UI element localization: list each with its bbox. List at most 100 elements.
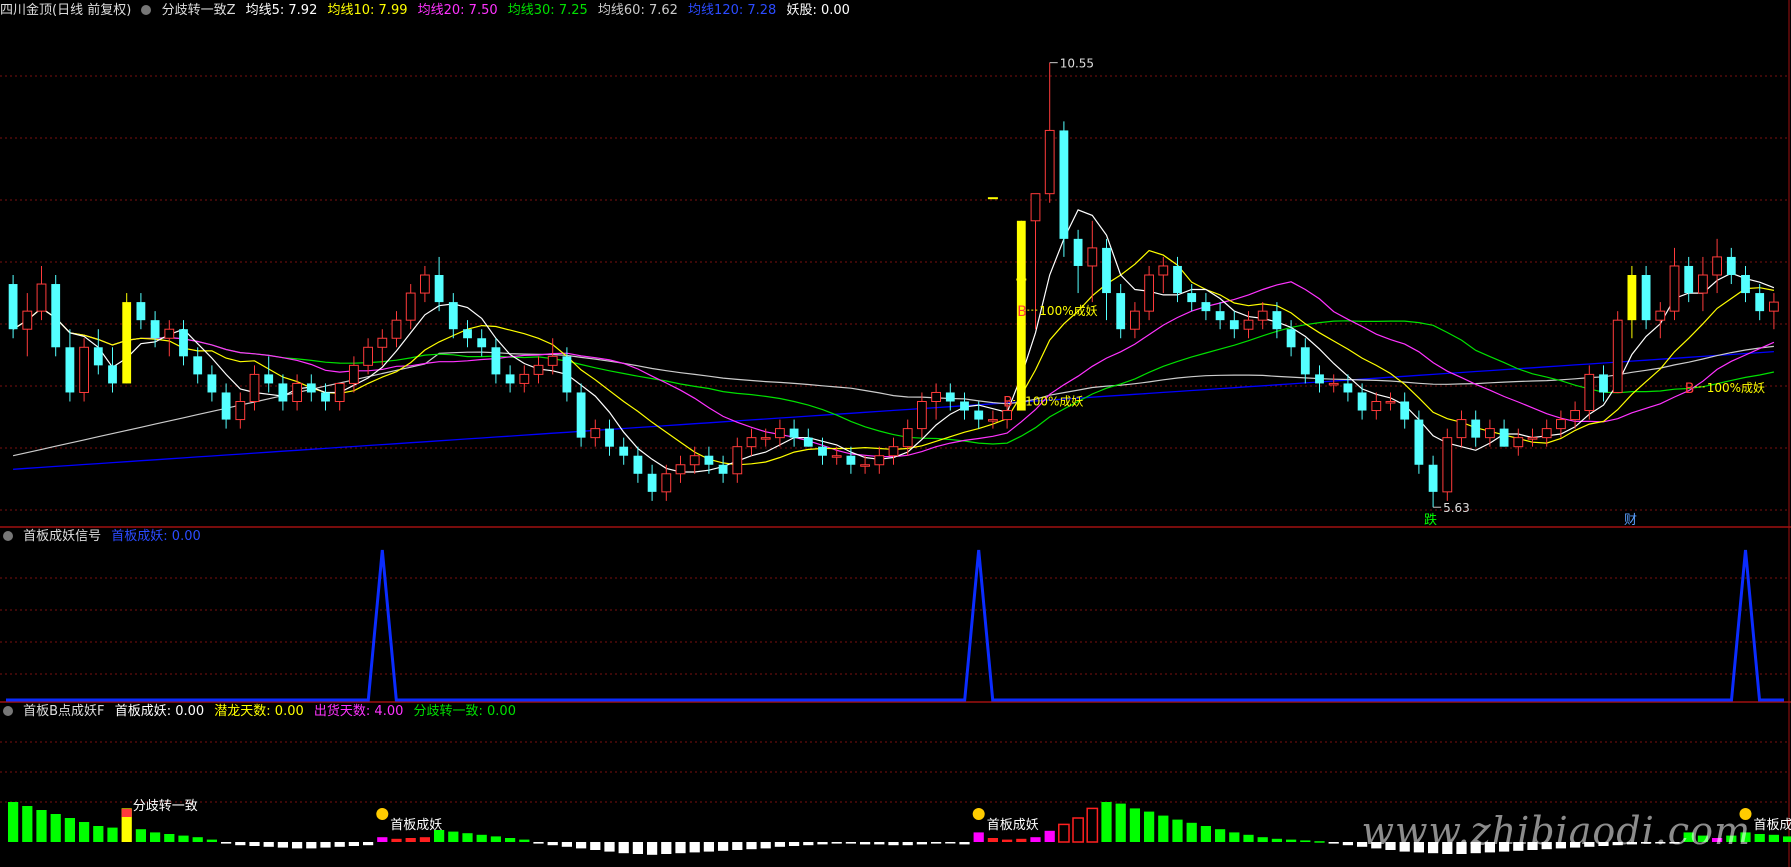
bar-label: 分歧转一致: [133, 799, 198, 814]
candle-body-down: [1201, 302, 1211, 312]
candle-body-down: [477, 338, 487, 348]
candle-body-down: [1059, 130, 1069, 239]
candle-body-up: [363, 346, 374, 366]
candle-body-down: [1187, 293, 1197, 303]
settings-dot-icon[interactable]: [141, 5, 152, 15]
v4-label: 分歧转一致: 0.00: [413, 704, 516, 719]
green-bar: [1271, 838, 1283, 842]
white-bar: [717, 842, 729, 851]
green-bar: [1200, 826, 1212, 842]
white-bar: [263, 842, 274, 847]
white-bar: [874, 842, 885, 845]
candle-body-up: [1328, 382, 1339, 386]
candle-body-up: [689, 455, 700, 466]
green-bar: [107, 827, 118, 842]
white-bar: [760, 842, 771, 849]
candle-body-down: [193, 356, 203, 375]
white-bar: [1342, 842, 1354, 846]
white-bar: [831, 842, 842, 844]
ma20-label: 均线20: 7.50: [417, 3, 498, 18]
candle-body-up: [1243, 319, 1254, 330]
magenta-bar: [377, 837, 388, 842]
candle-body-down: [491, 347, 501, 375]
b-marker: B: [1003, 394, 1013, 410]
money-bag-icon: [376, 808, 389, 820]
ma30-label: 均线30: 7.25: [507, 3, 588, 18]
candle-body-down: [1272, 311, 1282, 330]
candle-body-up: [675, 464, 686, 475]
white-bar: [888, 842, 899, 846]
white-bar: [362, 842, 374, 846]
white-bar: [675, 842, 686, 854]
candle-body-down: [803, 437, 813, 447]
signal-panel-header: 首板成妖信号 首板成妖: 0.00: [0, 528, 207, 546]
green-bar: [462, 833, 473, 842]
candle-body-up: [405, 292, 416, 321]
candle-body-up: [419, 274, 430, 294]
settings-dot-icon[interactable]: [3, 531, 13, 541]
candle-body-down: [1315, 374, 1324, 384]
settings-dot-icon[interactable]: [3, 706, 13, 716]
candle-body-up: [377, 337, 388, 348]
candle-body-up: [391, 319, 402, 339]
white-bar: [945, 842, 956, 844]
green-bar: [78, 822, 90, 842]
candle-body-down: [1599, 374, 1608, 393]
candle-body-down: [136, 302, 146, 321]
candle-body-up: [1442, 437, 1453, 493]
candle-body-down: [1755, 293, 1765, 312]
v3-label: 出货天数: 4.00: [313, 704, 404, 719]
signal-panel-title: 首板成妖信号: [23, 529, 102, 544]
white-bar: [732, 842, 743, 850]
candle-body-up: [987, 419, 998, 422]
white-bar: [746, 842, 757, 850]
green-bar: [178, 835, 189, 842]
candle-body-down: [945, 392, 955, 402]
white-bar: [590, 842, 601, 850]
green-bar: [1115, 803, 1126, 842]
candle-body-up: [732, 446, 743, 475]
candle-body-down: [306, 383, 316, 393]
main-panel-header: 四川金顶(日线 前复权) 分歧转一致Z 均线5: 7.92 均线10: 7.99…: [0, 2, 856, 20]
ma5-line: [12, 209, 1775, 473]
die-label: 跌: [1424, 512, 1437, 528]
green-bar: [1782, 836, 1791, 842]
candle-body-down: [1173, 265, 1182, 294]
green-bar: [206, 839, 218, 842]
candle-body-down: [1286, 329, 1296, 348]
green-bar: [1158, 815, 1169, 842]
signal-value: 首板成妖: 0.00: [111, 529, 201, 544]
ma10-label: 均线10: 7.99: [327, 3, 408, 18]
candle-body-up: [902, 428, 913, 448]
green-bar: [1257, 837, 1268, 842]
candle-body-up: [1129, 310, 1140, 330]
red-bar: [1001, 839, 1013, 842]
green-bar: [1229, 832, 1240, 842]
high-label: 10.55: [1060, 57, 1094, 71]
candle-body-up: [1087, 247, 1098, 267]
candle-body-down: [179, 329, 188, 357]
candle-body-up: [860, 464, 871, 467]
green-bar: [1285, 839, 1297, 842]
chart-canvas: 10.555.63B 100%成妖B 100%成妖B 100%成妖跌 财分歧转一致首板成…: [0, 0, 1791, 867]
candle-body-down: [704, 455, 714, 465]
candle-body-up: [1513, 437, 1524, 448]
candle-body-up: [1158, 265, 1169, 276]
candle-body-up: [1527, 437, 1538, 440]
ma5-label: 均线5: 7.92: [245, 3, 318, 18]
green-bar: [1768, 834, 1780, 842]
b-marker: B: [1685, 381, 1695, 397]
candle-body-up: [1541, 428, 1552, 439]
white-bar: [306, 842, 317, 849]
red-bar: [405, 838, 416, 842]
limit-up-candle: [122, 302, 132, 384]
candle-body-down: [1215, 311, 1225, 321]
signal-box-icon: [121, 809, 132, 817]
green-bar: [490, 836, 502, 842]
candle-body-up: [760, 437, 771, 440]
candle-body-up: [1555, 419, 1566, 430]
green-bar: [504, 838, 516, 842]
candle-body-up: [1456, 419, 1467, 439]
white-bar: [774, 842, 786, 847]
low-label: 5.63: [1443, 501, 1470, 515]
